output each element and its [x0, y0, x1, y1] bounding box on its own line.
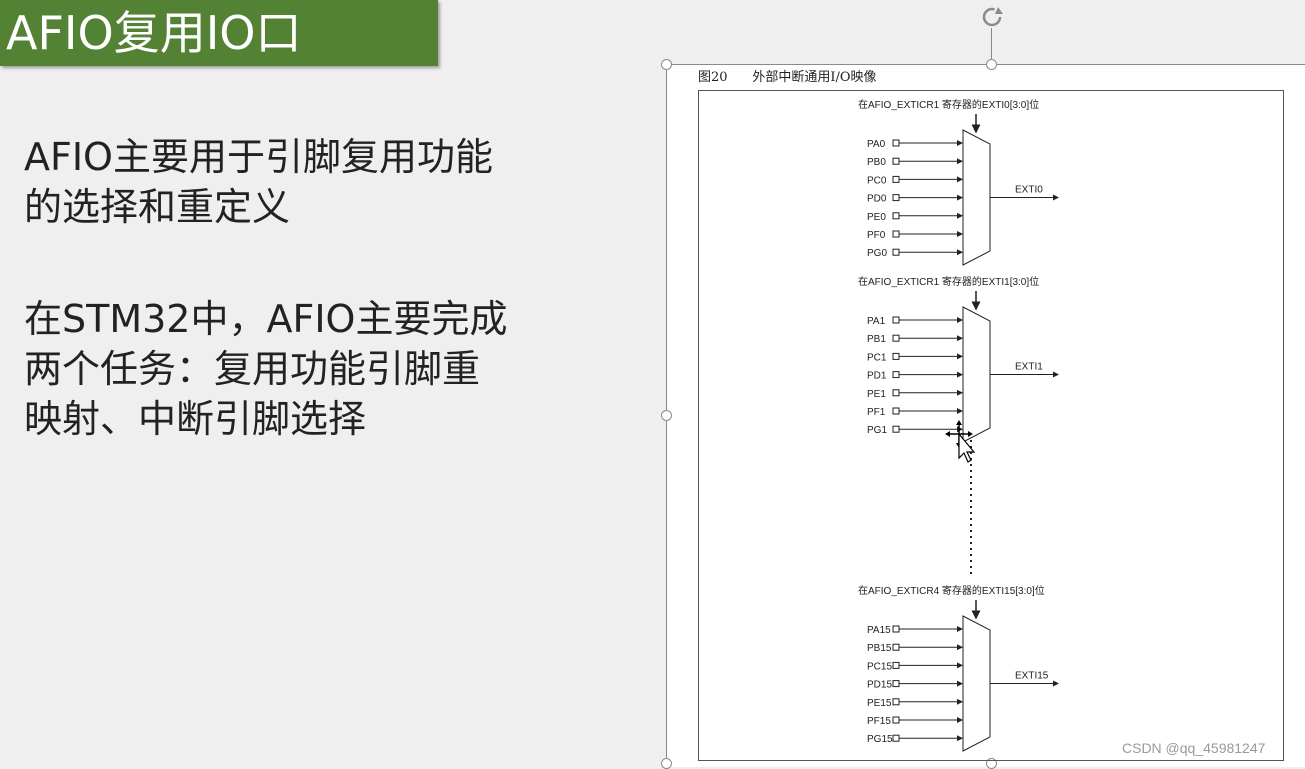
rotate-handle-icon[interactable] [979, 4, 1005, 30]
pin-label: PD15 [867, 680, 892, 691]
pin-label: PG0 [867, 248, 887, 259]
register-label-1: 在AFIO_EXTICR1 寄存器的EXTI1[3:0]位 [858, 275, 1039, 288]
output-label-0: EXTI0 [1015, 185, 1043, 196]
pin-label: PC0 [867, 175, 887, 186]
pin-label: PB0 [867, 157, 886, 168]
pin-label: PF1 [867, 407, 886, 418]
pin-box [892, 407, 900, 415]
register-label-0: 在AFIO_EXTICR1 寄存器的EXTI0[3:0]位 [858, 98, 1039, 111]
pin-box [892, 175, 900, 183]
pin-box [892, 334, 900, 342]
pin-box [892, 194, 900, 202]
output-label-1: EXTI1 [1015, 362, 1043, 373]
pin-label: PC15 [867, 661, 892, 672]
pin-label: PF15 [867, 716, 891, 727]
pin-label: PA0 [867, 139, 886, 150]
exti-mux-diagram: 在AFIO_EXTICR1 寄存器的EXTI0[3:0]位 PA0 PB0 PC0 PD… [858, 98, 1059, 752]
pin-label: PB1 [867, 334, 886, 345]
resize-handle-top-left[interactable] [661, 59, 672, 70]
pin-label: PA1 [867, 316, 886, 327]
pin-box [892, 425, 900, 433]
paragraph-afio-purpose: AFIO主要用于引脚复用功能 的选择和重定义 [24, 135, 493, 229]
slide-title: AFIO复用IO口 [6, 6, 302, 60]
pin-box [892, 212, 900, 220]
pin-label: PF0 [867, 230, 886, 241]
pin-box [892, 139, 900, 147]
mux-2 [962, 615, 991, 752]
pin-box [892, 316, 900, 324]
pin-box [892, 661, 900, 669]
output-label-2: EXTI15 [1015, 671, 1049, 682]
pin-box [892, 371, 900, 379]
pin-label: PB15 [867, 643, 892, 654]
pin-box [892, 643, 900, 651]
resize-handle-bottom-left[interactable] [661, 758, 672, 769]
pin-label: PE0 [867, 212, 886, 223]
pin-label: PG15 [867, 734, 893, 745]
register-label-2: 在AFIO_EXTICR4 寄存器的EXTI15[3:0]位 [858, 584, 1045, 597]
pin-box [892, 248, 900, 256]
pin-box [892, 680, 900, 688]
pin-label: PD0 [867, 194, 887, 205]
mux-0 [962, 129, 991, 266]
paragraph-afio-tasks: 在STM32中，AFIO主要完成 两个任务：复用功能引脚重 映射、中断引脚选择 [24, 297, 508, 441]
pin-box [892, 625, 900, 633]
move-cursor-icon [945, 420, 976, 463]
slide-title-bar: AFIO复用IO口 [0, 0, 438, 66]
pin-box [892, 716, 900, 724]
pin-label: PG1 [867, 425, 887, 436]
watermark: CSDN @qq_45981247 [1122, 740, 1266, 756]
resize-handle-top-center[interactable] [986, 59, 997, 70]
pin-box [892, 734, 900, 742]
pin-box [892, 352, 900, 360]
pin-label: PC1 [867, 352, 887, 363]
pin-box [892, 157, 900, 165]
figure-caption: 图20 外部中断通用I/O映像 [698, 70, 877, 85]
pin-box [892, 698, 900, 706]
pin-label: PA15 [867, 625, 891, 636]
pin-box [892, 230, 900, 238]
pin-label: PE15 [867, 698, 892, 709]
resize-handle-middle-left[interactable] [661, 410, 672, 421]
pin-label: PD1 [867, 371, 887, 382]
pin-label: PE1 [867, 389, 886, 400]
pin-box [892, 389, 900, 397]
